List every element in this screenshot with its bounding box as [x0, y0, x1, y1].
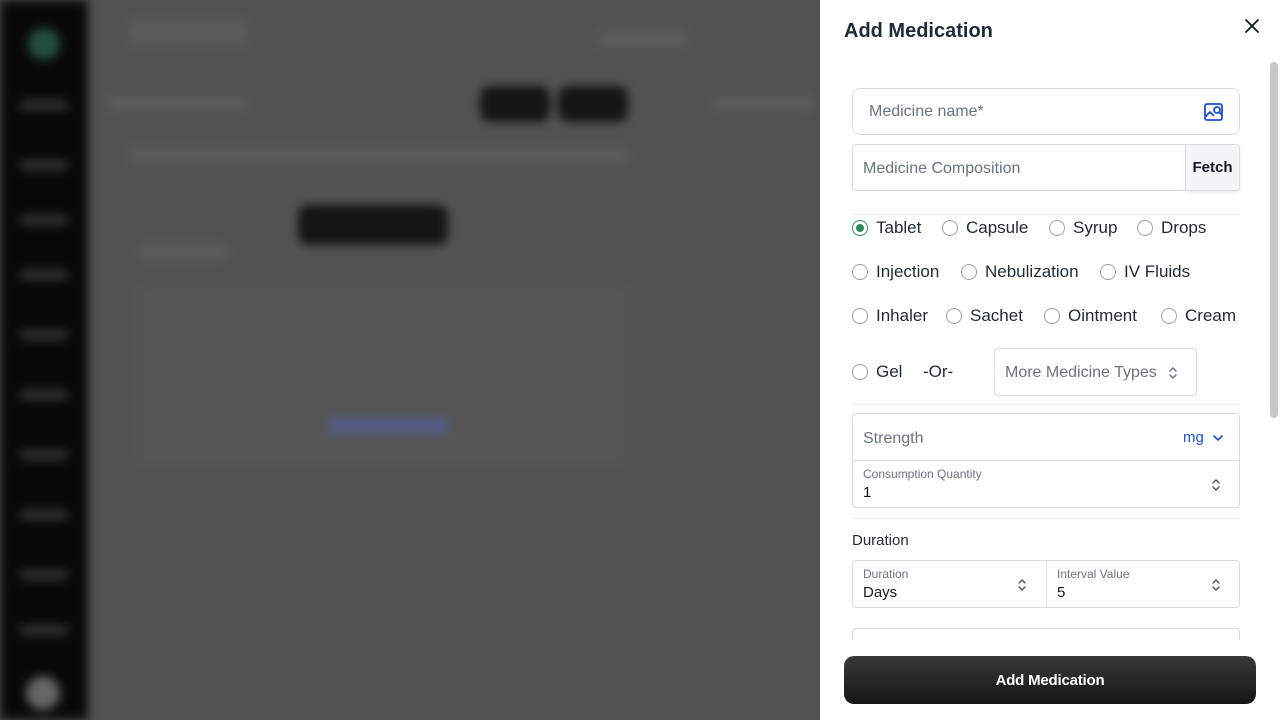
more-medicine-types-select[interactable]: More Medicine Types — [994, 348, 1197, 396]
chevron-updown-icon[interactable] — [1211, 477, 1221, 493]
radio-dot — [961, 264, 977, 280]
add-medication-panel: Add Medication Medicine name* Medicine C… — [820, 0, 1280, 720]
chevron-down-icon — [1213, 434, 1223, 441]
radio-gel[interactable]: Gel — [852, 362, 902, 382]
divider — [852, 518, 1240, 519]
close-icon — [1245, 19, 1259, 33]
divider — [852, 404, 1240, 405]
divider — [852, 214, 1240, 215]
radio-dot — [1049, 220, 1065, 236]
radio-dot — [852, 308, 868, 324]
radio-ointment[interactable]: Ointment — [1044, 306, 1137, 326]
radio-dot — [1044, 308, 1060, 324]
panel-title: Add Medication — [844, 20, 993, 42]
composition-placeholder: Medicine Composition — [863, 160, 1021, 177]
duration-select[interactable]: Duration Days — [852, 560, 1047, 608]
chevron-updown-icon — [1169, 366, 1177, 380]
close-button[interactable] — [1240, 14, 1264, 38]
fetch-button[interactable]: Fetch — [1185, 144, 1240, 191]
add-medication-button[interactable]: Add Medication — [844, 656, 1256, 704]
unit-label: mg — [1183, 429, 1204, 446]
radio-label: Inhaler — [876, 306, 928, 325]
radio-dot — [946, 308, 962, 324]
radio-label: IV Fluids — [1124, 262, 1191, 281]
more-types-placeholder: More Medicine Types — [1005, 364, 1157, 381]
radio-tablet[interactable]: Tablet — [852, 218, 921, 238]
radio-syrup[interactable]: Syrup — [1049, 218, 1117, 238]
radio-label: Syrup — [1073, 218, 1118, 237]
radio-nebulization[interactable]: Nebulization — [961, 262, 1079, 282]
radio-label: Sachet — [970, 306, 1023, 325]
panel-header: Add Medication — [820, 0, 1280, 62]
duration-section-label: Duration — [852, 532, 909, 549]
radio-dot — [852, 364, 868, 380]
form-scroll-area: Medicine name* Medicine Composition Fetc… — [820, 62, 1280, 640]
chevron-updown-icon[interactable] — [1211, 577, 1221, 593]
radio-dot — [1137, 220, 1153, 236]
consumption-quantity-field[interactable]: Consumption Quantity 1 — [852, 460, 1240, 508]
radio-injection[interactable]: Injection — [852, 262, 939, 282]
duration-value: Days — [863, 584, 898, 601]
radio-dot — [1161, 308, 1177, 324]
duration-label: Duration — [863, 567, 909, 581]
radio-dot — [852, 220, 868, 236]
radio-label: Ointment — [1068, 306, 1137, 325]
medicine-name-placeholder: Medicine name* — [869, 103, 984, 120]
scrollbar[interactable] — [1270, 62, 1278, 418]
radio-dot — [942, 220, 958, 236]
panel-footer: Add Medication — [820, 640, 1280, 720]
interval-value: 5 — [1057, 584, 1066, 601]
interval-value-label: Interval Value — [1057, 567, 1130, 581]
radio-label: Nebulization — [985, 262, 1079, 281]
consumption-quantity-value: 1 — [863, 484, 872, 501]
or-separator: -Or- — [923, 362, 954, 381]
radio-iv-fluids[interactable]: IV Fluids — [1100, 262, 1190, 282]
radio-drops[interactable]: Drops — [1137, 218, 1206, 238]
strength-input[interactable]: Strength mg — [852, 413, 1240, 461]
next-field-partial[interactable] — [852, 628, 1240, 640]
radio-label: Tablet — [876, 218, 922, 237]
medicine-name-input[interactable]: Medicine name* — [852, 88, 1240, 135]
chevron-updown-icon — [1018, 579, 1026, 591]
radio-capsule[interactable]: Capsule — [942, 218, 1028, 238]
strength-placeholder: Strength — [863, 430, 924, 447]
strength-unit-select[interactable]: mg — [1183, 429, 1224, 446]
radio-label: Injection — [876, 262, 940, 281]
image-search-icon[interactable] — [1203, 101, 1225, 123]
consumption-quantity-label: Consumption Quantity — [863, 467, 982, 481]
radio-label: Gel — [876, 362, 903, 381]
modal-backdrop[interactable] — [0, 0, 820, 720]
radio-dot — [1100, 264, 1116, 280]
medicine-composition-input[interactable]: Medicine Composition — [852, 144, 1186, 191]
radio-label: Capsule — [966, 218, 1029, 237]
radio-dot — [852, 264, 868, 280]
radio-inhaler[interactable]: Inhaler — [852, 306, 928, 326]
radio-label: Cream — [1185, 306, 1237, 325]
interval-value-field[interactable]: Interval Value 5 — [1046, 560, 1240, 608]
radio-cream[interactable]: Cream — [1161, 306, 1236, 326]
radio-label: Drops — [1161, 218, 1207, 237]
radio-sachet[interactable]: Sachet — [946, 306, 1023, 326]
